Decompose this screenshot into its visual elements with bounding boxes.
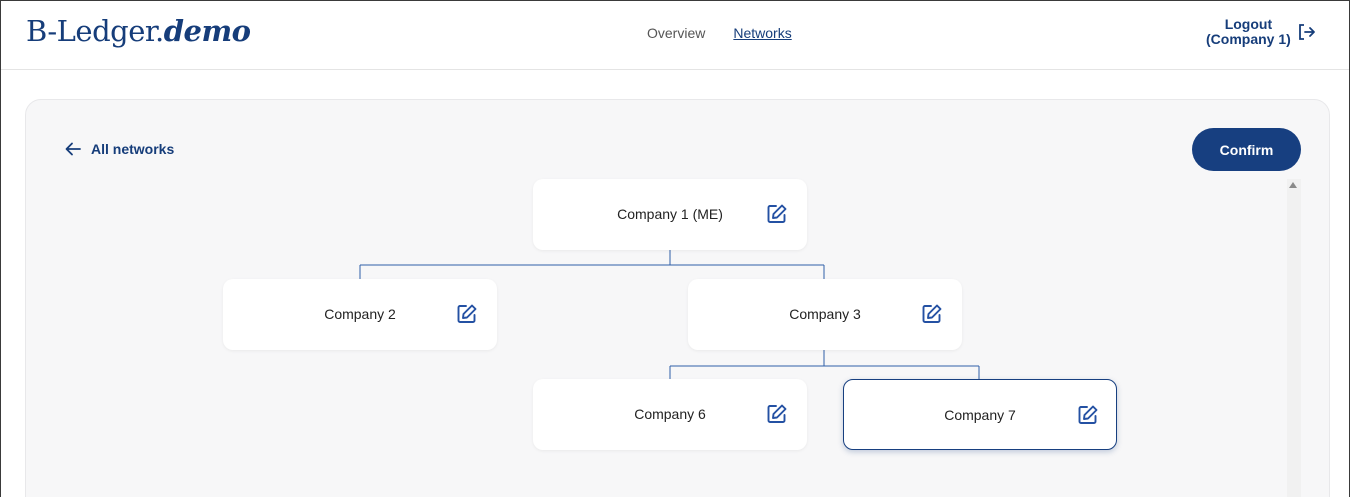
- arrow-left-icon: [65, 142, 81, 156]
- nav-overview[interactable]: Overview: [647, 25, 705, 41]
- top-header: B-Ledger.demo Overview Networks Logout (…: [1, 1, 1349, 70]
- logo-em-text: demo: [163, 14, 251, 48]
- edit-icon[interactable]: [921, 303, 943, 325]
- tree-node-company-7[interactable]: Company 7: [843, 379, 1117, 450]
- confirm-button[interactable]: Confirm: [1192, 128, 1301, 171]
- tree-node-company-1[interactable]: Company 1 (ME): [533, 179, 807, 250]
- logout-label: Logout (Company 1): [1206, 17, 1291, 47]
- scroll-up-arrow-icon[interactable]: [1289, 182, 1297, 188]
- main-nav: Overview Networks: [647, 25, 792, 41]
- logout-line1: Logout: [1224, 16, 1273, 32]
- edit-icon[interactable]: [1077, 404, 1099, 426]
- tree-node-company-2[interactable]: Company 2: [223, 279, 497, 350]
- edit-icon[interactable]: [766, 403, 788, 425]
- logo-main-text: B-Ledger.: [26, 14, 164, 48]
- vertical-scrollbar[interactable]: [1287, 179, 1301, 497]
- edit-icon[interactable]: [766, 203, 788, 225]
- tree-node-company-6[interactable]: Company 6: [533, 379, 807, 450]
- all-networks-label: All networks: [91, 141, 175, 157]
- app-window: B-Ledger.demo Overview Networks Logout (…: [0, 0, 1350, 497]
- brand-logo[interactable]: B-Ledger.demo: [26, 14, 251, 48]
- edit-icon[interactable]: [456, 303, 478, 325]
- nav-networks[interactable]: Networks: [733, 25, 791, 41]
- node-label: Company 7: [944, 407, 1016, 423]
- logout-icon: [1298, 24, 1315, 40]
- all-networks-link[interactable]: All networks: [65, 141, 174, 157]
- logout-button[interactable]: Logout (Company 1): [1206, 17, 1317, 47]
- logout-line2: (Company 1): [1206, 31, 1291, 47]
- tree-node-company-3[interactable]: Company 3: [688, 279, 962, 350]
